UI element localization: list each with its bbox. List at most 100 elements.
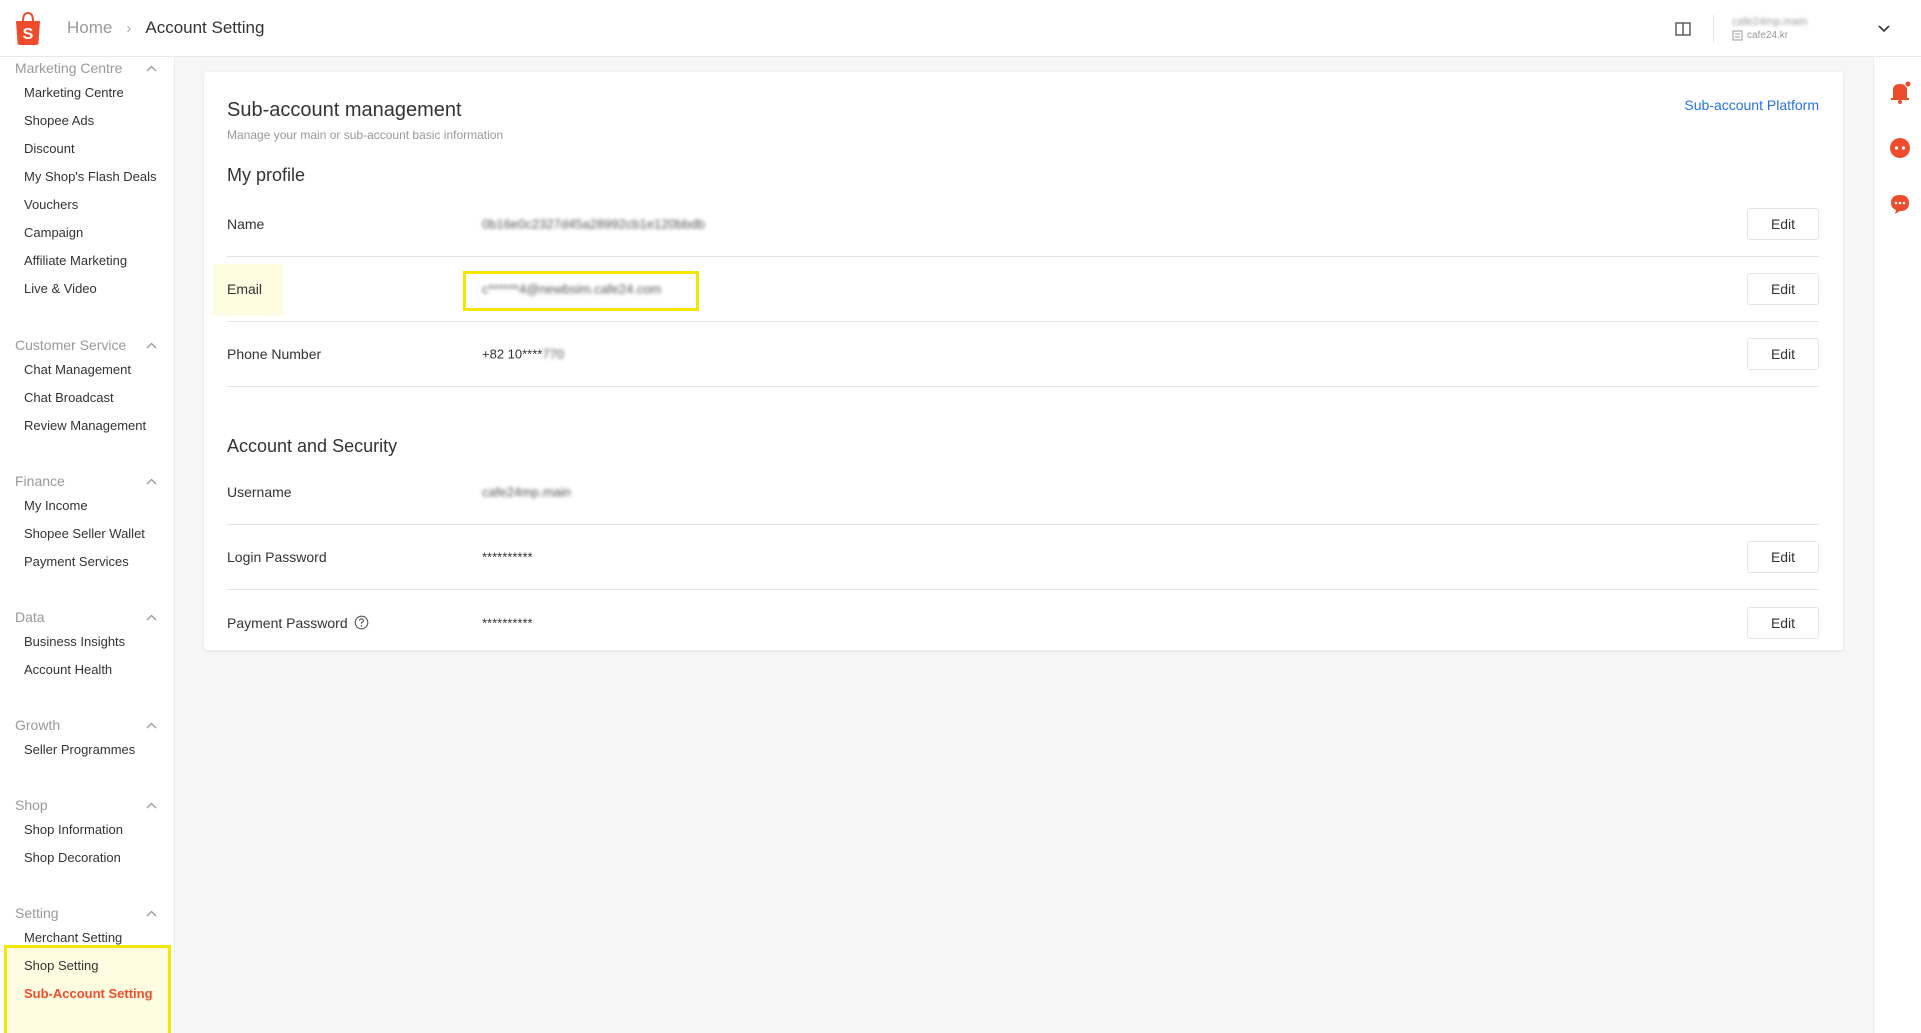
security-row-username: Username cafe24mp.main bbox=[227, 460, 1819, 525]
sidebar-item-shop-information[interactable]: Shop Information bbox=[0, 816, 175, 844]
account-menu[interactable]: cafe24mp.main cafe24.kr bbox=[1732, 16, 1877, 41]
book-icon[interactable] bbox=[1675, 21, 1691, 36]
chevron-up-icon bbox=[146, 614, 157, 620]
sidebar-group-title: Growth bbox=[15, 717, 61, 733]
sidebar-group-shop: Shop Shop Information Shop Decoration bbox=[0, 794, 175, 872]
sidebar-group-title: Finance bbox=[15, 473, 65, 489]
breadcrumb-current: Account Setting bbox=[145, 18, 265, 37]
edit-payment-password-button[interactable]: Edit bbox=[1747, 606, 1819, 639]
right-rail bbox=[1873, 57, 1921, 1033]
edit-email-button[interactable]: Edit bbox=[1747, 273, 1819, 305]
row-label: Phone Number bbox=[227, 346, 322, 362]
sidebar-item-chat-broadcast[interactable]: Chat Broadcast bbox=[0, 384, 175, 412]
sidebar-item-payment-services[interactable]: Payment Services bbox=[0, 548, 175, 576]
sidebar-group-header[interactable]: Marketing Centre bbox=[0, 57, 175, 79]
sidebar-group-customer-service: Customer Service Chat Management Chat Br… bbox=[0, 334, 175, 440]
header-divider bbox=[1713, 14, 1714, 43]
breadcrumb: Home › Account Setting bbox=[67, 18, 264, 38]
row-value: c******4@newbsim.cafe24.com bbox=[482, 281, 662, 297]
sidebar-item-discount[interactable]: Discount bbox=[0, 135, 175, 163]
account-shop: cafe24.kr bbox=[1732, 30, 1877, 41]
sidebar-item-merchant-setting[interactable]: Merchant Setting bbox=[0, 924, 175, 952]
row-label: Username bbox=[227, 484, 292, 500]
sidebar-item-campaign[interactable]: Campaign bbox=[0, 219, 175, 247]
profile-row-email: Email c******4@newbsim.cafe24.com Edit bbox=[227, 257, 1819, 322]
account-security-title: Account and Security bbox=[227, 436, 398, 456]
sidebar-group-title: Marketing Centre bbox=[15, 60, 123, 76]
row-value: ********** bbox=[482, 615, 533, 630]
chevron-up-icon bbox=[146, 342, 157, 348]
sidebar-group-header[interactable]: Finance bbox=[0, 470, 175, 492]
sidebar-group-title: Shop bbox=[15, 797, 48, 813]
sidebar-item-seller-programmes[interactable]: Seller Programmes bbox=[0, 736, 175, 764]
top-bar: S Home › Account Setting cafe24mp.main c… bbox=[0, 0, 1921, 57]
sidebar-group-title: Data bbox=[15, 609, 45, 625]
chevron-up-icon bbox=[146, 65, 157, 71]
question-icon[interactable] bbox=[354, 615, 369, 630]
sidebar-item-marketing-centre[interactable]: Marketing Centre bbox=[0, 79, 175, 107]
sidebar-group-finance: Finance My Income Shopee Seller Wallet P… bbox=[0, 470, 175, 576]
sidebar-item-vouchers[interactable]: Vouchers bbox=[0, 191, 175, 219]
sidebar-group-setting: Setting Merchant Setting Shop Setting Su… bbox=[0, 902, 175, 1008]
chevron-up-icon bbox=[146, 722, 157, 728]
page-subtitle: Manage your main or sub-account basic in… bbox=[227, 128, 504, 142]
my-profile-title: My profile bbox=[227, 165, 306, 185]
sidebar-group-header[interactable]: Data bbox=[0, 606, 175, 628]
chat-icon[interactable] bbox=[1887, 191, 1913, 217]
sidebar-item-my-income[interactable]: My Income bbox=[0, 492, 175, 520]
chevron-down-icon[interactable] bbox=[1877, 24, 1891, 34]
chevron-up-icon bbox=[146, 910, 157, 916]
sidebar-item-affiliate-marketing[interactable]: Affiliate Marketing bbox=[0, 247, 175, 275]
row-label: Login Password bbox=[227, 549, 327, 565]
shop-icon bbox=[1732, 30, 1743, 41]
sidebar-group-title: Setting bbox=[15, 905, 59, 921]
sidebar-item-flash-deals[interactable]: My Shop's Flash Deals bbox=[0, 163, 175, 191]
sidebar-group-header[interactable]: Customer Service bbox=[0, 334, 175, 356]
row-value: ********** bbox=[482, 549, 533, 565]
sidebar-item-shopee-ads[interactable]: Shopee Ads bbox=[0, 107, 175, 135]
row-value: 0b16e0c2327d45a28992cb1e120bbdb bbox=[482, 216, 705, 232]
sidebar-group-data: Data Business Insights Account Health bbox=[0, 606, 175, 684]
row-label: Payment Password bbox=[227, 615, 369, 631]
sidebar-item-shop-setting[interactable]: Shop Setting bbox=[0, 952, 175, 980]
sidebar-item-seller-wallet[interactable]: Shopee Seller Wallet bbox=[0, 520, 175, 548]
row-label: Email bbox=[227, 281, 263, 297]
payment-password-label: Payment Password bbox=[227, 614, 348, 631]
sidebar-group-marketing: Marketing Centre Marketing Centre Shopee… bbox=[0, 57, 175, 303]
chevron-up-icon bbox=[146, 802, 157, 808]
sidebar-item-sub-account-setting[interactable]: Sub-Account Setting bbox=[0, 980, 175, 1008]
sidebar-item-business-insights[interactable]: Business Insights bbox=[0, 628, 175, 656]
profile-row-name: Name 0b16e0c2327d45a28992cb1e120bbdb Edi… bbox=[227, 192, 1819, 257]
headset-icon[interactable] bbox=[1887, 135, 1913, 161]
sidebar: Marketing Centre Marketing Centre Shopee… bbox=[0, 57, 175, 1033]
phone-suffix: 770 bbox=[542, 346, 565, 362]
sidebar-group-title: Customer Service bbox=[15, 337, 127, 353]
edit-name-button[interactable]: Edit bbox=[1747, 208, 1819, 240]
sub-account-card: Sub-account management Manage your main … bbox=[204, 72, 1843, 650]
account-name: cafe24mp.main bbox=[1732, 16, 1808, 28]
bell-icon[interactable] bbox=[1887, 79, 1913, 105]
row-label: Name bbox=[227, 216, 265, 232]
sidebar-group-header[interactable]: Shop bbox=[0, 794, 175, 816]
edit-phone-button[interactable]: Edit bbox=[1747, 338, 1819, 370]
sidebar-item-review-management[interactable]: Review Management bbox=[0, 412, 175, 440]
sidebar-item-live-video[interactable]: Live & Video bbox=[0, 275, 175, 303]
chevron-right-icon: › bbox=[126, 19, 132, 37]
sidebar-group-header[interactable]: Setting bbox=[0, 902, 175, 924]
sidebar-group-header[interactable]: Growth bbox=[0, 714, 175, 736]
sidebar-item-account-health[interactable]: Account Health bbox=[0, 656, 175, 684]
row-value: +82 10****770 bbox=[482, 347, 564, 362]
breadcrumb-home-link[interactable]: Home bbox=[67, 18, 112, 38]
chevron-up-icon bbox=[146, 478, 157, 484]
sidebar-item-chat-management[interactable]: Chat Management bbox=[0, 356, 175, 384]
security-row-payment-password: Payment Password ********** Edit bbox=[227, 590, 1819, 655]
sidebar-item-shop-decoration[interactable]: Shop Decoration bbox=[0, 844, 175, 872]
sub-account-platform-link[interactable]: Sub-account Platform bbox=[1684, 97, 1819, 113]
phone-prefix: +82 10**** bbox=[482, 346, 543, 362]
profile-row-phone: Phone Number +82 10****770 Edit bbox=[227, 322, 1819, 387]
page-title: Sub-account management bbox=[227, 99, 462, 121]
edit-login-password-button[interactable]: Edit bbox=[1747, 541, 1819, 573]
shopee-logo-icon[interactable]: S bbox=[14, 11, 42, 45]
security-row-login-password: Login Password ********** Edit bbox=[227, 525, 1819, 590]
svg-text:S: S bbox=[23, 26, 34, 43]
